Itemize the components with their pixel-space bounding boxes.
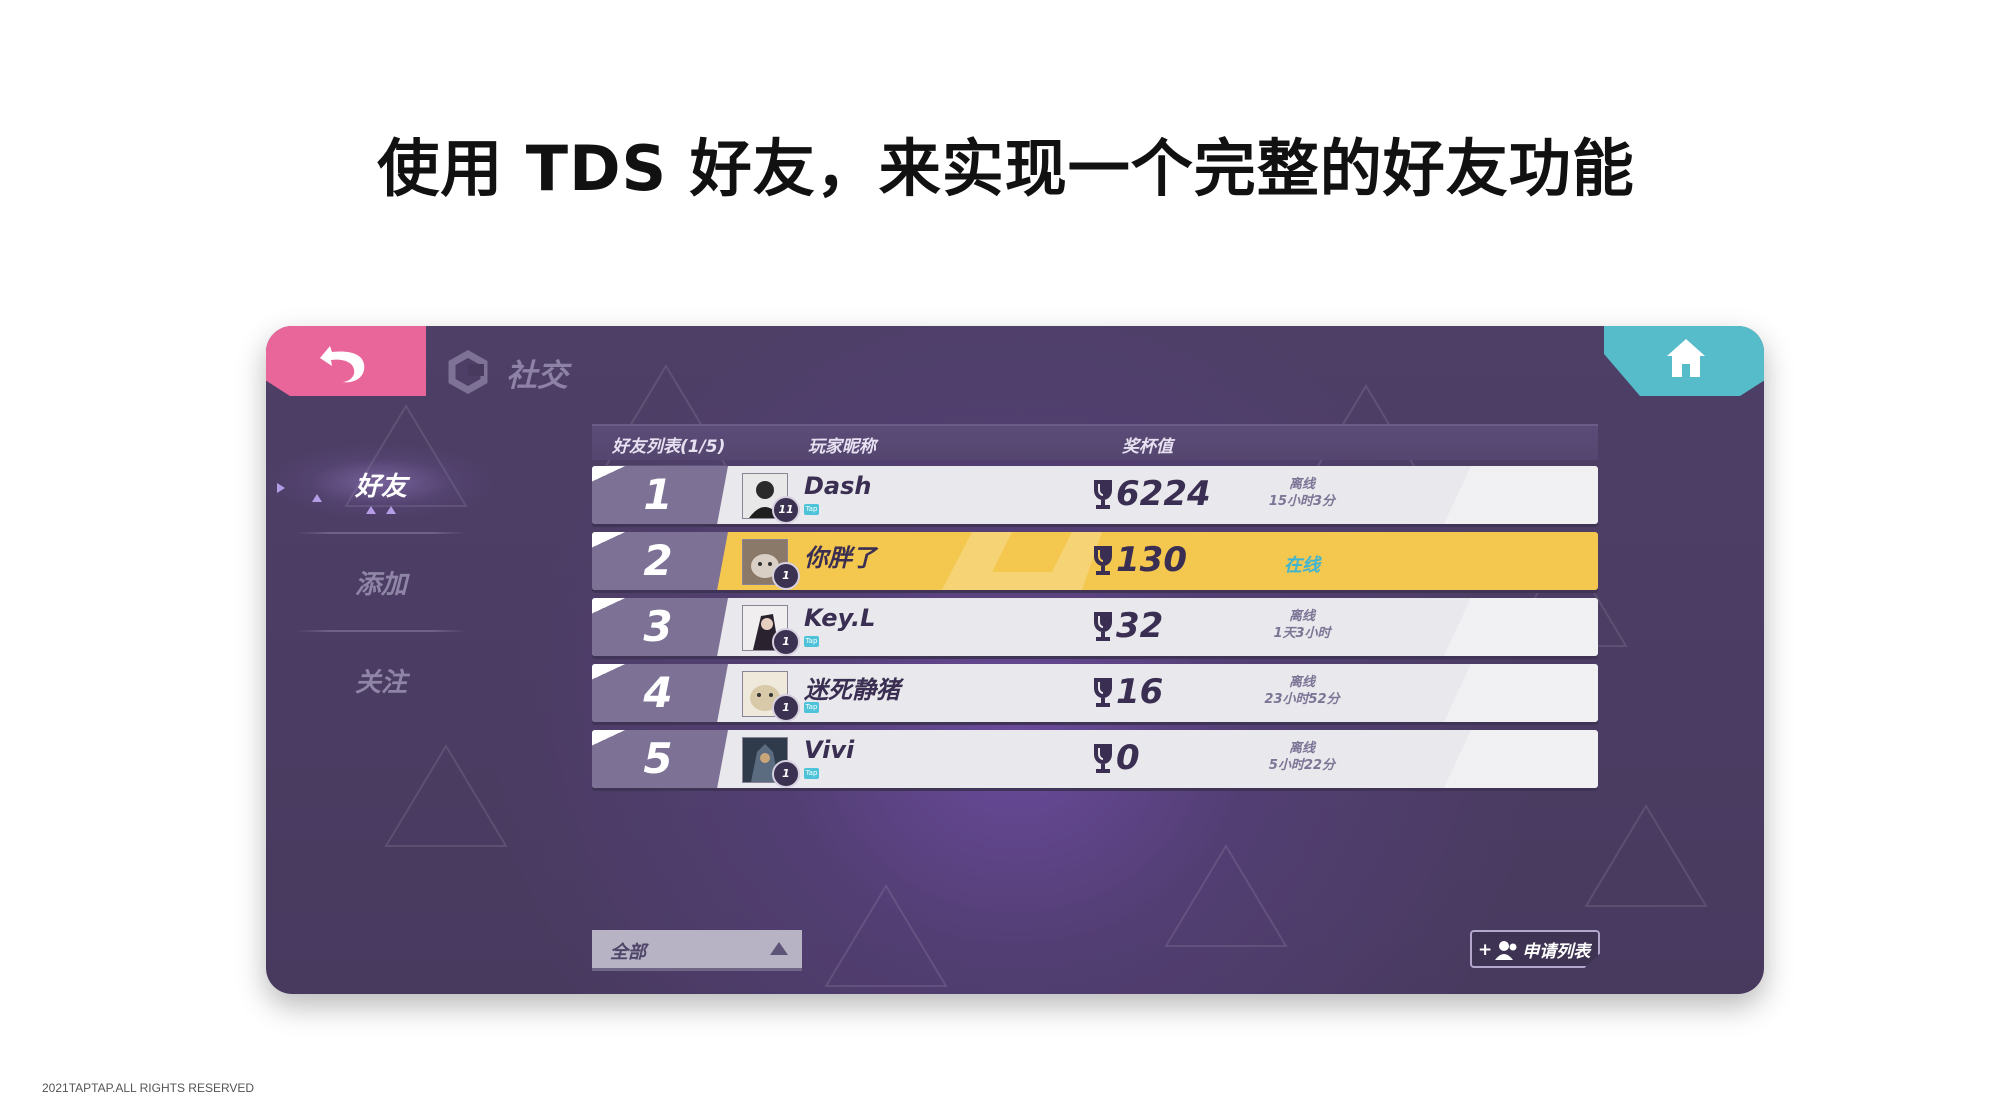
sparkle-decoration — [386, 506, 396, 514]
player-name: Dash — [804, 472, 872, 500]
last-seen: 1天3小时 — [1273, 626, 1331, 641]
level-badge: 1 — [772, 562, 800, 590]
row-decoration — [1388, 466, 1598, 524]
filter-dropdown[interactable]: 全部 — [592, 930, 802, 971]
slide-title: 使用 TDS 好友，来实现一个完整的好友功能 — [377, 132, 1635, 205]
trophy-icon — [1094, 678, 1112, 707]
last-seen: 23小时52分 — [1264, 692, 1340, 707]
online-status: 离线 23小时52分 — [1232, 674, 1372, 708]
friend-count-label: 好友列表(1/5) — [612, 437, 726, 457]
nav-tab-add[interactable]: 添加 — [266, 534, 496, 630]
tap-tag: Tap — [804, 768, 819, 779]
friend-row[interactable]: 5 1 Vivi Tap 0 离线 5小时22分 — [592, 730, 1598, 788]
player-name: 你胖了 — [804, 544, 876, 572]
status-label: 离线 — [1288, 675, 1315, 690]
filter-selected-value: 全部 — [610, 942, 646, 963]
request-list-label: 申请列表 — [1522, 942, 1591, 962]
last-seen: 5小时22分 — [1268, 758, 1336, 773]
side-nav: 好友 添加 关注 — [266, 436, 496, 728]
trophy-icon — [1094, 612, 1112, 641]
nav-tab-follow[interactable]: 关注 — [266, 632, 496, 728]
row-decoration — [1388, 598, 1598, 656]
friend-row[interactable]: 2 1 你胖了 130 在线 — [592, 532, 1598, 590]
friend-row[interactable]: 1 11 Dash Tap 6224 离线 15小时3分 — [592, 466, 1598, 524]
player-name: Vivi — [804, 736, 855, 764]
page-title: 社交 — [506, 358, 568, 394]
friend-row[interactable]: 3 1 Key.L Tap 32 离线 1天3小时 — [592, 598, 1598, 656]
trophy-column-header: 奖杯值 — [1122, 437, 1173, 457]
status-label: 离线 — [1288, 741, 1315, 756]
home-icon — [1664, 336, 1708, 380]
plus-label: + — [1478, 939, 1493, 960]
trophy-icon — [1094, 480, 1112, 509]
request-list-button[interactable]: + 申请列表 — [1470, 930, 1600, 968]
trophy-value: 6224 — [1116, 474, 1211, 514]
rank-number: 3 — [643, 602, 673, 651]
row-decoration — [1388, 730, 1598, 788]
status-label: 离线 — [1288, 609, 1315, 624]
online-status: 离线 5小时22分 — [1232, 740, 1372, 774]
trophy-icon — [1094, 546, 1112, 575]
rank-number: 5 — [643, 734, 673, 783]
level-badge: 1 — [772, 760, 800, 788]
rank-number: 4 — [643, 668, 673, 717]
trophy-value: 16 — [1116, 672, 1164, 712]
player-name: Key.L — [804, 604, 876, 632]
trophy-value: 32 — [1116, 606, 1164, 646]
player-name-column-header: 玩家昵称 — [808, 437, 876, 457]
trophy-value: 0 — [1116, 738, 1140, 778]
nav-tab-friends-label: 好友 — [354, 471, 407, 502]
friend-list-header: 好友列表(1/5) 玩家昵称 奖杯值 — [592, 424, 1598, 460]
trophy-icon — [1094, 744, 1112, 773]
level-badge: 1 — [772, 628, 800, 656]
online-status: 离线 15小时3分 — [1232, 476, 1372, 510]
level-badge: 1 — [772, 694, 800, 722]
tap-tag: Tap — [804, 504, 819, 515]
game-screen: 社交 好友 添加 关注 好友列表(1/5) 玩家昵称 奖杯值 1 11 Dash… — [266, 326, 1764, 994]
nav-tab-follow-label: 关注 — [354, 667, 407, 698]
level-badge: 11 — [772, 496, 800, 524]
sparkle-decoration — [366, 506, 376, 514]
status-label: 离线 — [1288, 477, 1315, 492]
social-logo-icon — [448, 350, 488, 394]
back-arrow-icon — [320, 346, 365, 383]
trophy-value: 130 — [1116, 540, 1187, 580]
online-status: 在线 — [1284, 555, 1320, 576]
last-seen: 15小时3分 — [1268, 494, 1336, 509]
friend-row[interactable]: 4 1 迷死静猪 Tap 16 离线 23小时52分 — [592, 664, 1598, 722]
nav-tab-add-label: 添加 — [354, 569, 407, 600]
add-user-icon — [1495, 940, 1517, 960]
tap-tag: Tap — [804, 636, 819, 647]
player-name: 迷死静猪 — [804, 676, 900, 704]
tap-tag: Tap — [804, 702, 819, 713]
back-button[interactable] — [266, 326, 426, 396]
nav-tab-friends[interactable]: 好友 — [266, 436, 496, 532]
row-watermark — [942, 532, 1102, 590]
sparkle-decoration — [312, 494, 322, 502]
rank-number: 2 — [643, 536, 673, 585]
rank-number: 1 — [643, 470, 673, 519]
row-decoration — [1388, 664, 1598, 722]
online-status: 离线 1天3小时 — [1232, 608, 1372, 642]
sparkle-decoration — [277, 483, 285, 493]
copyright-footer: 2021TAPTAP.ALL RIGHTS RESERVED — [42, 1081, 255, 1095]
triangle-up-icon — [770, 942, 788, 955]
